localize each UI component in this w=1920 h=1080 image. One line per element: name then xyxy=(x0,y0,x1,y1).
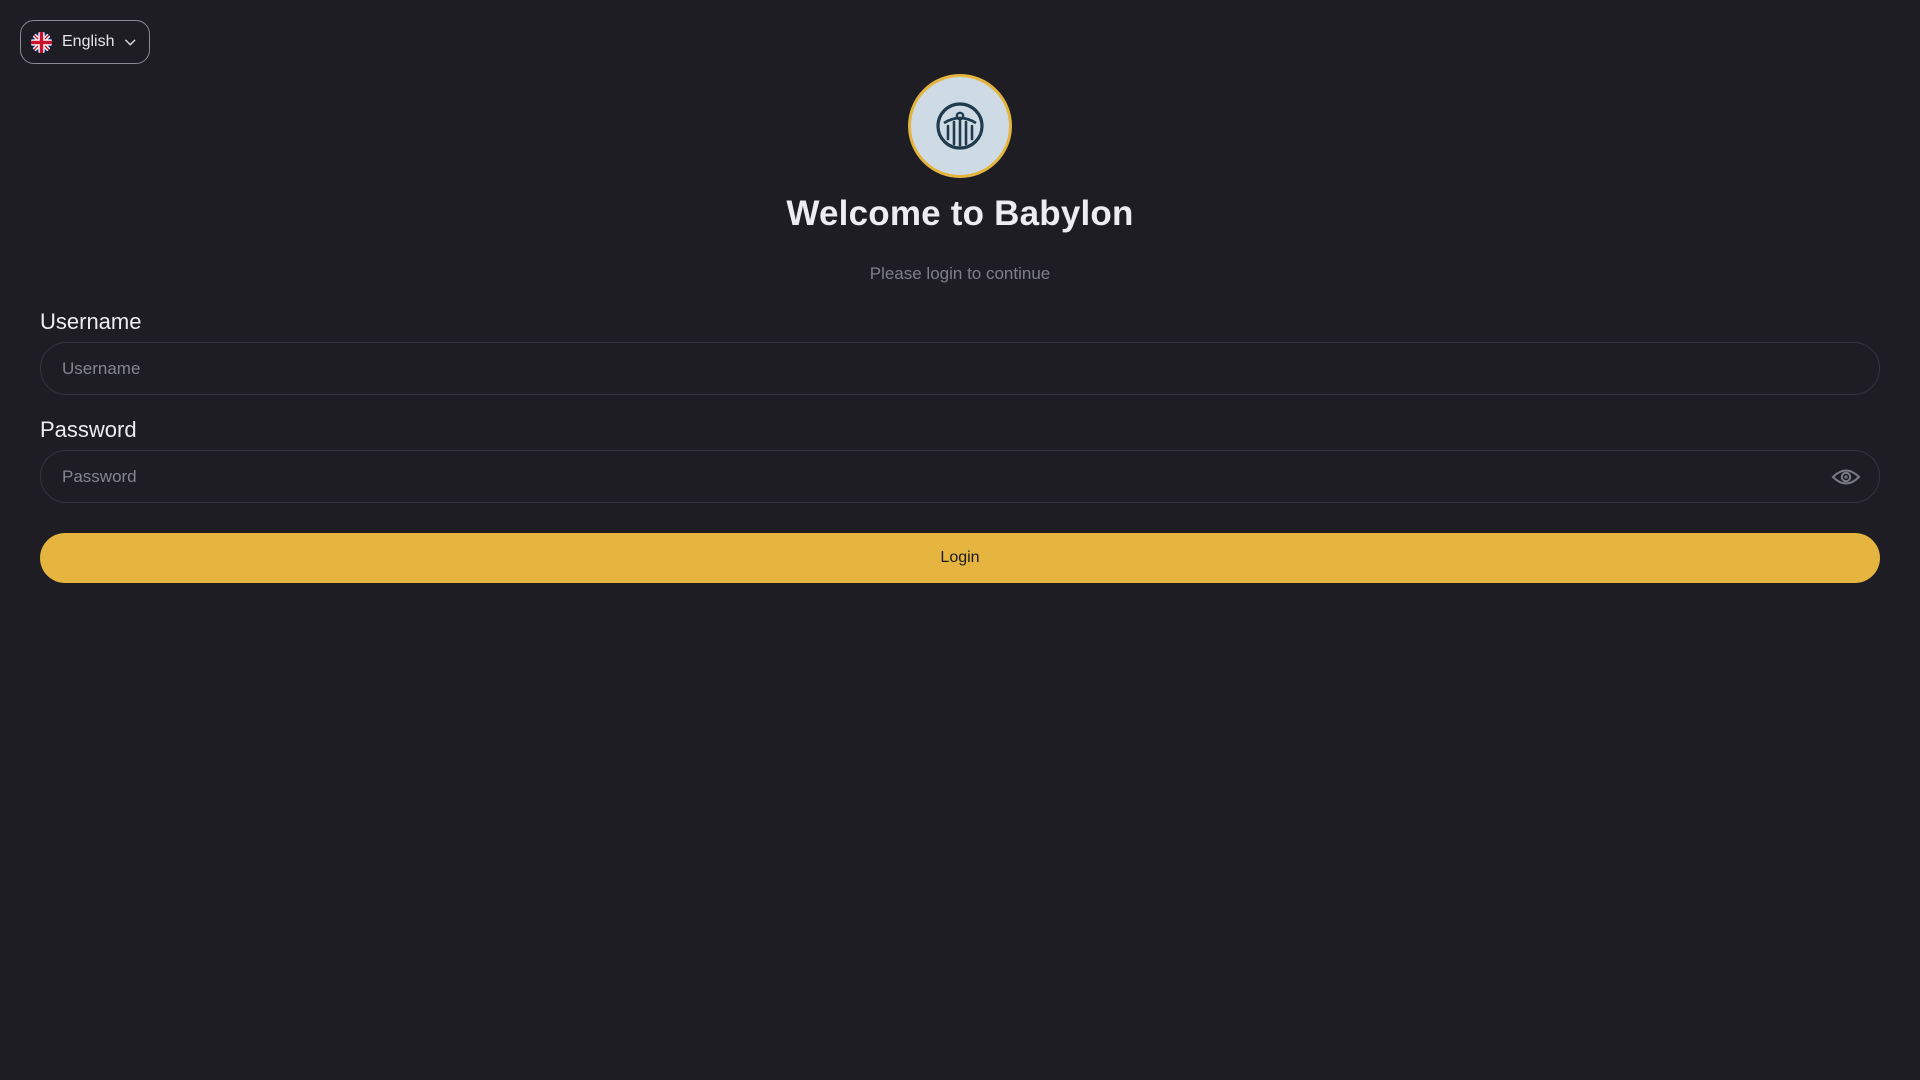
language-selector[interactable]: English xyxy=(20,20,150,64)
username-input[interactable] xyxy=(41,343,1879,394)
chevron-down-icon xyxy=(125,39,136,46)
login-button[interactable]: Login xyxy=(40,533,1880,583)
username-field-wrapper xyxy=(40,342,1880,395)
language-label: English xyxy=(62,33,115,50)
babylon-logo-icon xyxy=(936,102,984,150)
password-label: Password xyxy=(40,417,137,442)
page-title: Welcome to Babylon xyxy=(786,194,1134,233)
password-field-wrapper xyxy=(40,450,1880,503)
app-logo xyxy=(908,74,1012,178)
toggle-password-visibility-button[interactable] xyxy=(1831,464,1861,490)
password-input[interactable] xyxy=(41,451,1879,502)
eye-icon xyxy=(1831,469,1861,485)
username-label: Username xyxy=(40,309,142,334)
page-subtitle: Please login to continue xyxy=(869,264,1051,283)
uk-flag-icon xyxy=(31,31,52,53)
login-page: English Welcome to Babylon Please login … xyxy=(0,0,1920,1080)
